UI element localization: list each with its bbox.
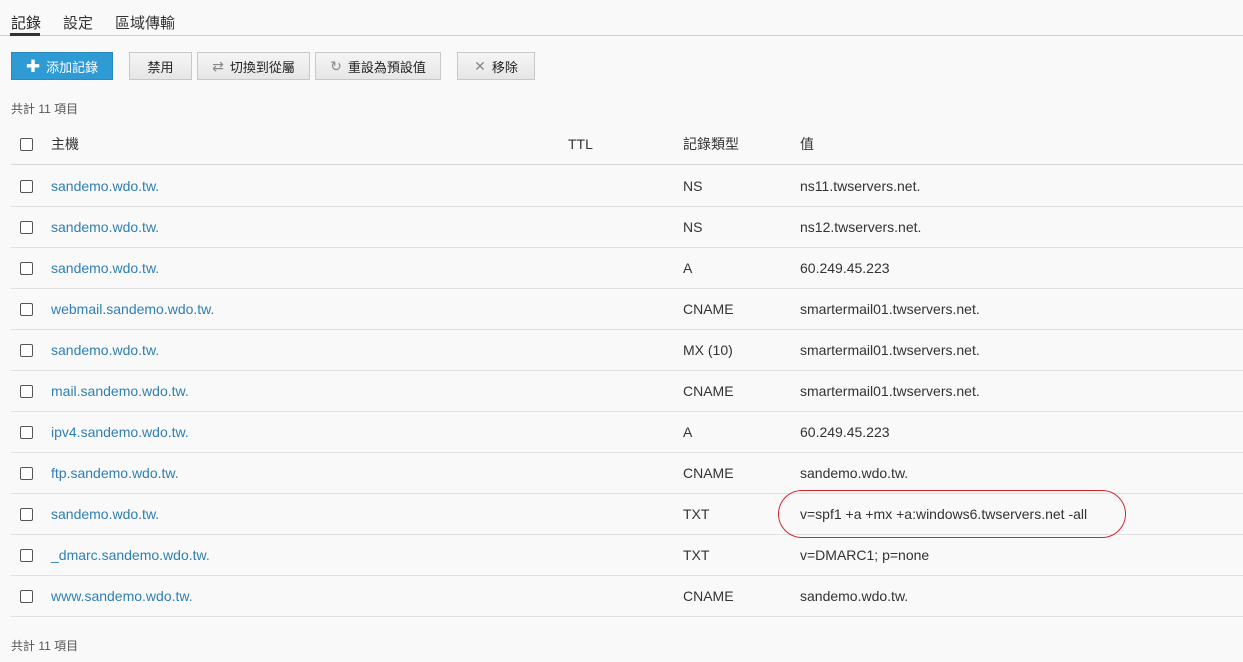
switch-to-slave-button[interactable]: ⇄ 切換到從屬 bbox=[197, 52, 310, 80]
row-checkbox[interactable] bbox=[20, 303, 33, 316]
item-count-bottom: 共計 11 項目 bbox=[11, 639, 79, 653]
type-cell: CNAME bbox=[683, 383, 734, 399]
value-cell: sandemo.wdo.tw. bbox=[800, 465, 909, 481]
value-cell: smartermail01.twservers.net. bbox=[800, 342, 980, 358]
tab-settings[interactable]: 設定 bbox=[63, 12, 93, 33]
item-count-top: 共計 11 項目 bbox=[11, 102, 79, 116]
row-checkbox[interactable] bbox=[20, 344, 33, 357]
remove-label: 移除 bbox=[491, 59, 518, 75]
reset-default-button[interactable]: ↻ 重設為預設值 bbox=[315, 52, 441, 80]
host-link[interactable]: www.sandemo.wdo.tw. bbox=[51, 576, 193, 617]
row-checkbox[interactable] bbox=[20, 467, 33, 480]
disable-button[interactable]: 禁用 bbox=[129, 52, 192, 80]
switch-icon: ⇄ bbox=[212, 58, 224, 74]
select-all-checkbox[interactable] bbox=[20, 138, 33, 151]
type-cell: CNAME bbox=[683, 465, 734, 481]
type-cell: CNAME bbox=[683, 588, 734, 604]
value-cell: smartermail01.twservers.net. bbox=[800, 383, 980, 399]
header-ttl[interactable]: TTL bbox=[568, 124, 593, 165]
type-cell: A bbox=[683, 260, 693, 276]
host-link[interactable]: webmail.sandemo.wdo.tw. bbox=[51, 289, 214, 330]
table-row: ipv4.sandemo.wdo.tw. A 60.249.45.223 bbox=[11, 412, 1243, 453]
reset-label: 重設為預設值 bbox=[347, 59, 426, 75]
host-link[interactable]: sandemo.wdo.tw. bbox=[51, 330, 159, 371]
value-cell: v=spf1 +a +mx +a:windows6.twservers.net … bbox=[800, 506, 1088, 522]
table-row: mail.sandemo.wdo.tw. CNAME smartermail01.t… bbox=[11, 371, 1243, 412]
type-cell: NS bbox=[683, 219, 703, 235]
header-value[interactable]: 值 bbox=[800, 124, 814, 165]
value-cell: smartermail01.twservers.net. bbox=[800, 301, 980, 317]
add-record-label: 添加記錄 bbox=[46, 59, 99, 75]
tab-zone-transfer[interactable]: 區域傳輸 bbox=[115, 12, 175, 33]
type-cell: TXT bbox=[683, 547, 710, 563]
type-cell: MX (10) bbox=[683, 342, 733, 358]
row-checkbox[interactable] bbox=[20, 262, 33, 275]
row-checkbox[interactable] bbox=[20, 508, 33, 521]
value-cell: sandemo.wdo.tw. bbox=[800, 588, 909, 604]
table-row: webmail.sandemo.wdo.tw. CNAME smartermail0… bbox=[11, 289, 1243, 330]
row-checkbox[interactable] bbox=[20, 549, 33, 562]
add-record-button[interactable]: ✚ 添加記錄 bbox=[11, 52, 113, 80]
row-checkbox[interactable] bbox=[20, 590, 33, 603]
tab-records[interactable]: 記錄 bbox=[11, 12, 41, 33]
host-link[interactable]: ftp.sandemo.wdo.tw. bbox=[51, 453, 179, 494]
table-row: www.sandemo.wdo.tw. CNAME sandemo.wdo.tw. bbox=[11, 576, 1243, 617]
table-row: sandemo.wdo.tw. TXT v=spf1 +a +mx +a:windo… bbox=[11, 494, 1243, 535]
header-host[interactable]: 主機 bbox=[51, 124, 79, 165]
row-checkbox[interactable] bbox=[20, 221, 33, 234]
table-row: sandemo.wdo.tw. MX (10) smartermail01.twse… bbox=[11, 330, 1243, 371]
type-cell: TXT bbox=[683, 506, 710, 522]
close-icon: ✕ bbox=[474, 58, 486, 74]
host-link[interactable]: sandemo.wdo.tw. bbox=[51, 166, 159, 207]
remove-button[interactable]: ✕ 移除 bbox=[457, 52, 535, 80]
header-type[interactable]: 記錄類型 bbox=[683, 124, 739, 165]
type-cell: CNAME bbox=[683, 301, 734, 317]
row-checkbox[interactable] bbox=[20, 426, 33, 439]
value-cell: v=DMARC1; p=none bbox=[800, 547, 930, 563]
host-link[interactable]: sandemo.wdo.tw. bbox=[51, 207, 159, 248]
value-cell: ns11.twservers.net. bbox=[800, 178, 921, 194]
tab-bar: 記錄 設定 區域傳輸 bbox=[0, 0, 1243, 36]
plus-icon: ✚ bbox=[25, 56, 41, 76]
table-row: sandemo.wdo.tw. NS ns11.twservers.net. bbox=[11, 166, 1243, 207]
disable-label: 禁用 bbox=[147, 59, 174, 75]
table-row: _dmarc.sandemo.wdo.tw. TXT v=DMARC1; p=non… bbox=[11, 535, 1243, 576]
row-checkbox[interactable] bbox=[20, 385, 33, 398]
value-cell: 60.249.45.223 bbox=[800, 260, 890, 276]
table-row: sandemo.wdo.tw. NS ns12.twservers.net. bbox=[11, 207, 1243, 248]
host-link[interactable]: mail.sandemo.wdo.tw. bbox=[51, 371, 189, 412]
reset-icon: ↻ bbox=[330, 58, 342, 74]
host-link[interactable]: _dmarc.sandemo.wdo.tw. bbox=[51, 535, 210, 576]
switch-label: 切換到從屬 bbox=[229, 59, 295, 75]
type-cell: NS bbox=[683, 178, 703, 194]
host-link[interactable]: sandemo.wdo.tw. bbox=[51, 248, 159, 289]
type-cell: A bbox=[683, 424, 693, 440]
table-header: 主機 TTL 記錄類型 值 bbox=[11, 124, 1243, 165]
table-row: sandemo.wdo.tw. A 60.249.45.223 bbox=[11, 248, 1243, 289]
row-checkbox[interactable] bbox=[20, 180, 33, 193]
value-cell: 60.249.45.223 bbox=[800, 424, 890, 440]
host-link[interactable]: sandemo.wdo.tw. bbox=[51, 494, 159, 535]
table-row: ftp.sandemo.wdo.tw. CNAME sandemo.wdo.tw. bbox=[11, 453, 1243, 494]
value-cell: ns12.twservers.net. bbox=[800, 219, 922, 235]
active-tab-indicator bbox=[10, 33, 40, 36]
host-link[interactable]: ipv4.sandemo.wdo.tw. bbox=[51, 412, 189, 453]
